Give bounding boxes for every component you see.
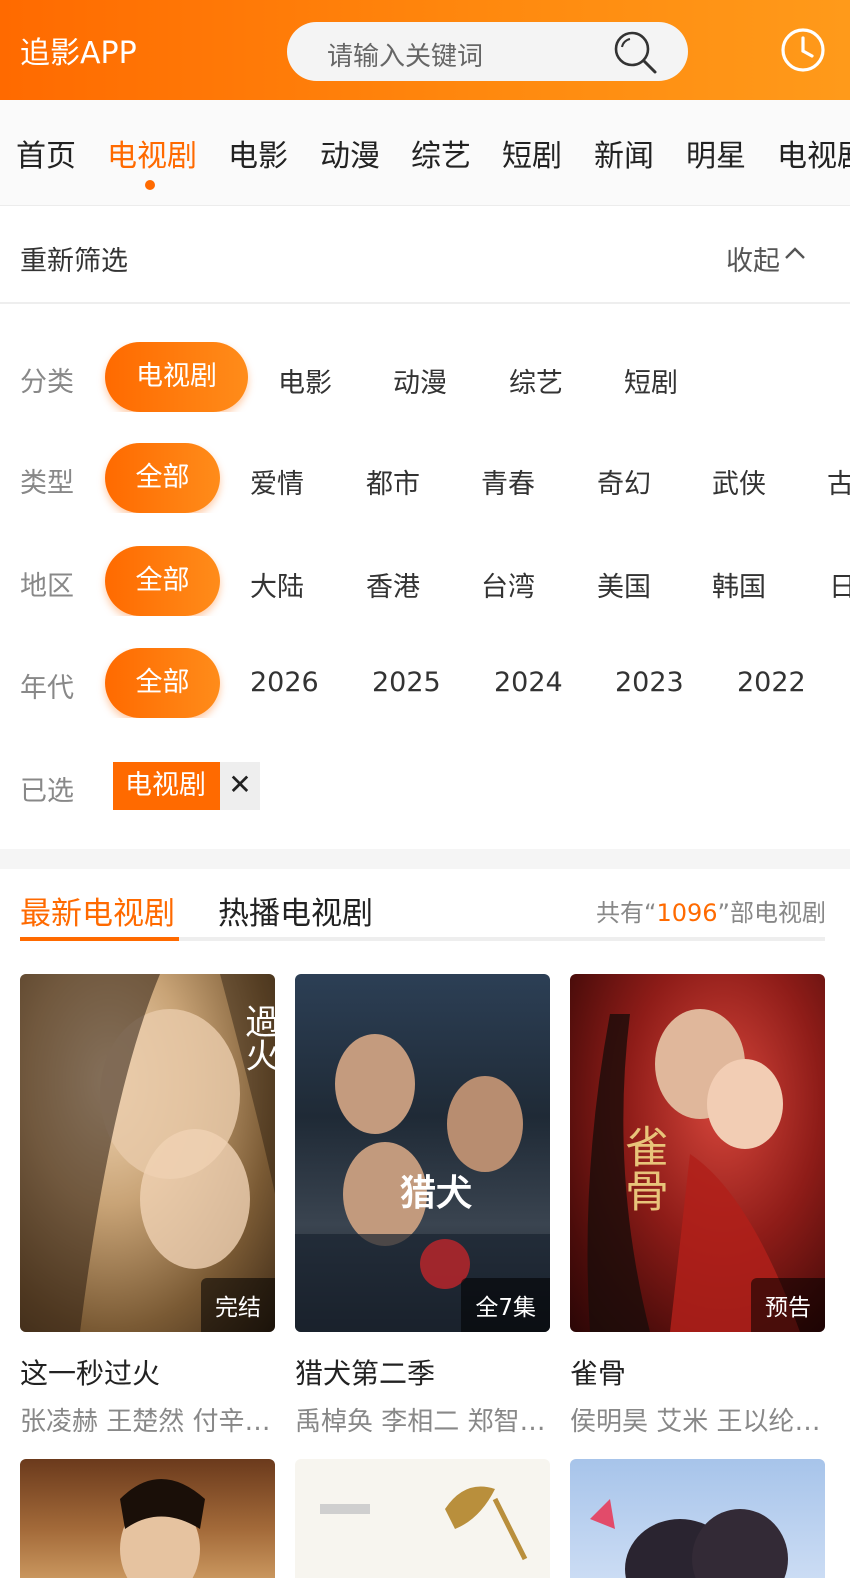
nav-tv[interactable]: 电视剧 bbox=[107, 131, 197, 175]
card-cast: 侯明昊 艾米 王以纶 ... bbox=[570, 1407, 825, 1437]
app-header: 追影APP 请输入关键词 bbox=[0, 0, 850, 100]
chip-2023[interactable]: 2023 bbox=[615, 667, 684, 698]
chevron-up-icon[interactable] bbox=[783, 241, 807, 265]
card-title[interactable]: 这一秒过火 bbox=[20, 1352, 160, 1392]
chip-mainland[interactable]: 大陆 bbox=[250, 565, 304, 604]
card-title[interactable]: 猎犬第二季 bbox=[295, 1352, 435, 1392]
history-icon[interactable] bbox=[779, 26, 827, 74]
poster-art bbox=[320, 1486, 528, 1561]
nav-anime[interactable]: 动漫 bbox=[320, 131, 380, 175]
filter-header: 重新筛选 收起 bbox=[0, 206, 850, 304]
total-count: 共有“1096”部电视剧 bbox=[596, 893, 826, 928]
filter-row-year: 年代 全部 2026 2025 2024 2023 2022 bbox=[0, 648, 850, 718]
active-tab-underline bbox=[20, 937, 179, 941]
filter-label: 分类 bbox=[20, 367, 74, 398]
filter-row-genre: 类型 全部 爱情 都市 青春 奇幻 武侠 古 bbox=[0, 443, 850, 513]
card-cast: 禹棹奂 李相二 郑智薰 金 bbox=[295, 1407, 550, 1437]
total-number: 1096 bbox=[656, 899, 718, 927]
chip-anime[interactable]: 动漫 bbox=[393, 361, 447, 400]
chip-tv[interactable]: 电视剧 bbox=[105, 342, 248, 412]
chip-all[interactable]: 全部 bbox=[105, 546, 220, 616]
search-icon[interactable] bbox=[612, 29, 658, 75]
chip-2025[interactable]: 2025 bbox=[372, 667, 441, 698]
total-prefix: 共有“ bbox=[596, 899, 657, 927]
filter-row-category: 分类 电视剧 电影 动漫 综艺 短剧 bbox=[0, 342, 850, 412]
filter-label: 年代 bbox=[20, 673, 74, 704]
chip-2024[interactable]: 2024 bbox=[494, 667, 563, 698]
poster-title: 過火 bbox=[239, 1004, 275, 1072]
selected-tag: 电视剧 bbox=[113, 762, 220, 810]
search-input[interactable]: 请输入关键词 bbox=[327, 36, 483, 73]
chip-taiwan[interactable]: 台湾 bbox=[481, 565, 535, 604]
poster-art bbox=[590, 1499, 788, 1578]
poster-art bbox=[120, 1479, 205, 1578]
channel-nav: 首页 电视剧 电影 动漫 综艺 短剧 新闻 明星 电视剧 bbox=[0, 100, 850, 206]
poster-title: 猎犬 bbox=[400, 1172, 473, 1214]
section-divider bbox=[0, 849, 850, 869]
chip-ancient[interactable]: 古 bbox=[827, 462, 850, 501]
card-cast: 张凌赫 王楚然 付辛博 付辛博 bbox=[20, 1407, 275, 1437]
filter-row-region: 地区 全部 大陆 香港 台湾 美国 韩国 日 bbox=[0, 546, 850, 616]
chip-movie[interactable]: 电影 bbox=[278, 361, 332, 400]
nav-short[interactable]: 短剧 bbox=[502, 131, 562, 175]
filter-title: 重新筛选 bbox=[20, 246, 128, 277]
chip-all[interactable]: 全部 bbox=[105, 443, 220, 513]
active-indicator bbox=[145, 180, 155, 190]
chip-youth[interactable]: 青春 bbox=[481, 462, 535, 501]
chip-all[interactable]: 全部 bbox=[105, 648, 220, 718]
poster-image[interactable]: 雀骨 预告 bbox=[570, 974, 825, 1332]
chip-korea[interactable]: 韩国 bbox=[712, 565, 766, 604]
chip-japan[interactable]: 日 bbox=[829, 565, 850, 604]
poster-image[interactable] bbox=[20, 1459, 275, 1578]
nav-tv-2[interactable]: 电视剧 bbox=[777, 131, 850, 175]
poster-image[interactable]: 過火 完结 bbox=[20, 974, 275, 1332]
app-brand[interactable]: 追影APP bbox=[20, 28, 137, 72]
total-suffix: ”部电视剧 bbox=[717, 899, 826, 927]
filter-label: 类型 bbox=[20, 468, 74, 499]
chip-romance[interactable]: 爱情 bbox=[250, 462, 304, 501]
filter-label: 地区 bbox=[20, 571, 74, 602]
nav-variety[interactable]: 综艺 bbox=[411, 131, 471, 175]
chip-usa[interactable]: 美国 bbox=[597, 565, 651, 604]
poster-image[interactable] bbox=[295, 1459, 550, 1578]
chip-wuxia[interactable]: 武侠 bbox=[712, 462, 766, 501]
remove-tag-button[interactable]: ✕ bbox=[220, 762, 260, 810]
selected-label: 已选 bbox=[20, 776, 74, 807]
chip-2026[interactable]: 2026 bbox=[250, 667, 319, 698]
nav-stars[interactable]: 明星 bbox=[686, 131, 746, 175]
chip-urban[interactable]: 都市 bbox=[366, 462, 420, 501]
nav-news[interactable]: 新闻 bbox=[594, 131, 654, 175]
card-title[interactable]: 雀骨 bbox=[570, 1352, 626, 1392]
tab-latest[interactable]: 最新电视剧 bbox=[20, 888, 175, 933]
collapse-button[interactable]: 收起 bbox=[726, 239, 780, 278]
episode-badge: 全7集 bbox=[461, 1278, 550, 1332]
poster-image[interactable] bbox=[570, 1459, 825, 1578]
chip-2022[interactable]: 2022 bbox=[737, 667, 806, 698]
chip-variety[interactable]: 综艺 bbox=[509, 361, 563, 400]
status-badge: 预告 bbox=[751, 1278, 825, 1332]
nav-home[interactable]: 首页 bbox=[16, 131, 76, 175]
poster-title: 雀骨 bbox=[617, 1124, 668, 1212]
nav-movie[interactable]: 电影 bbox=[228, 131, 288, 175]
chip-fantasy[interactable]: 奇幻 bbox=[597, 462, 651, 501]
chip-hongkong[interactable]: 香港 bbox=[366, 565, 420, 604]
chip-short[interactable]: 短剧 bbox=[624, 361, 678, 400]
status-badge: 完结 bbox=[201, 1278, 275, 1332]
poster-image[interactable]: 猎犬 全7集 bbox=[295, 974, 550, 1332]
tab-hot[interactable]: 热播电视剧 bbox=[218, 888, 373, 933]
